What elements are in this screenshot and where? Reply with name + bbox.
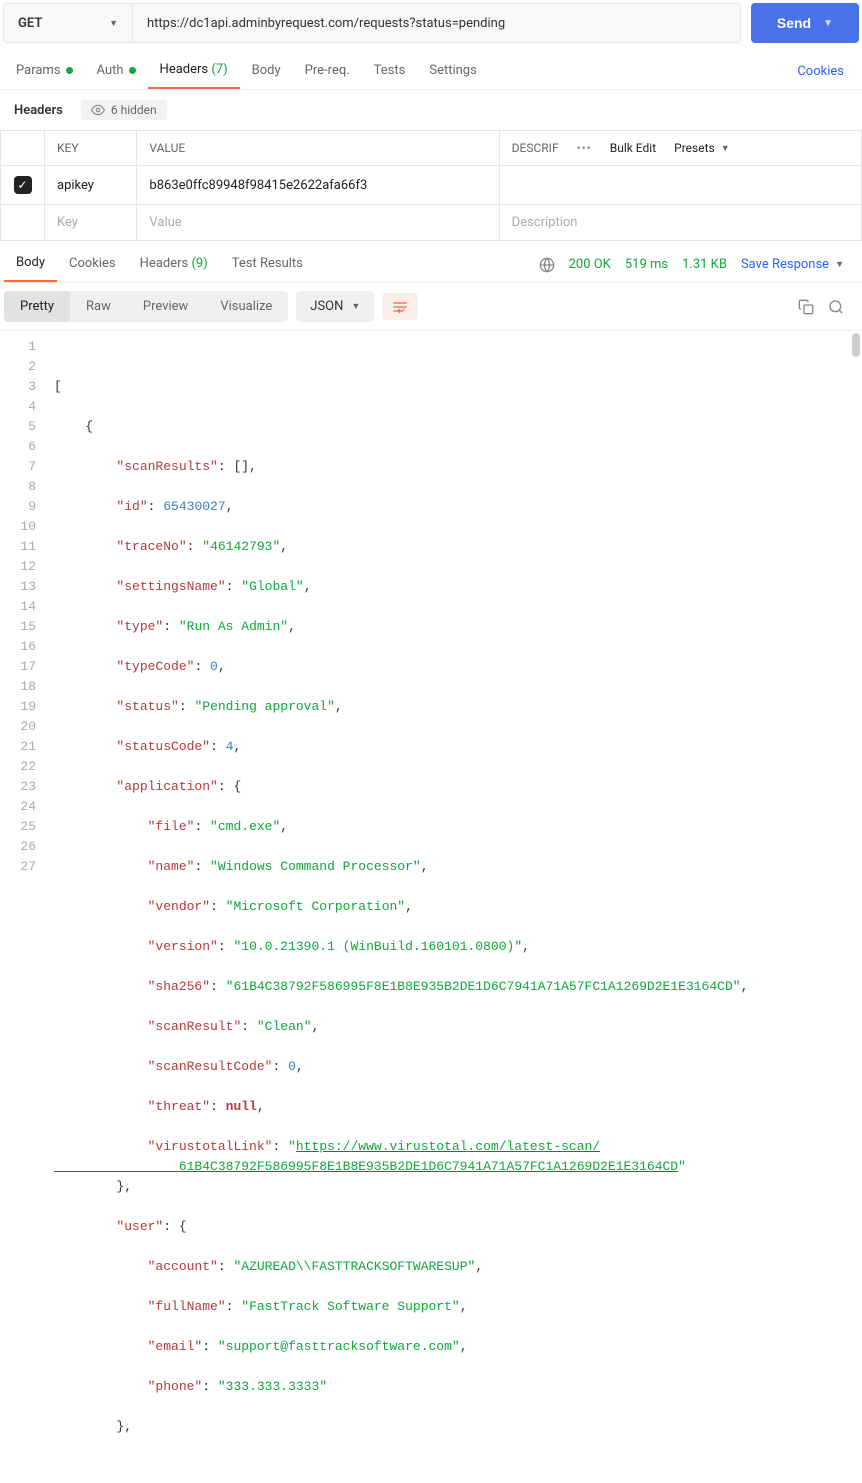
scrollbar[interactable] [852,333,860,357]
tab-prereq[interactable]: Pre-req. [293,55,362,88]
response-tab-cookies[interactable]: Cookies [57,248,128,281]
chevron-down-icon: ▼ [823,18,833,29]
chevron-down-icon: ▼ [351,301,360,312]
eye-icon [91,103,105,117]
tab-body[interactable]: Body [240,55,293,88]
header-row-new[interactable]: Key Value Description [1,205,862,241]
view-raw[interactable]: Raw [70,291,127,322]
view-preview[interactable]: Preview [127,291,204,322]
active-dot-icon [129,67,136,74]
presets-dropdown[interactable]: Presets ▼ [674,141,730,155]
chevron-down-icon: ▼ [721,143,730,154]
header-desc-input[interactable]: Description [499,205,861,241]
tab-tests[interactable]: Tests [362,55,418,88]
hidden-headers-toggle[interactable]: 6 hidden [81,100,167,120]
line-gutter: 1234567891011121314151617181920212223242… [0,331,46,1483]
request-url-text: https://dc1api.adminbyrequest.com/reques… [147,16,505,31]
response-tab-headers[interactable]: Headers (9) [128,248,220,281]
response-tab-test-results[interactable]: Test Results [220,248,315,281]
copy-icon[interactable] [798,299,814,315]
column-value: VALUE [137,131,499,166]
response-tab-body[interactable]: Body [4,247,57,282]
header-row[interactable]: ✓ apikey b863e0ffc89948f98415e2622afa66f… [1,166,862,205]
tab-params[interactable]: Params [4,55,85,88]
http-method-select[interactable]: GET ▼ [3,3,133,43]
request-url-input[interactable]: https://dc1api.adminbyrequest.com/reques… [133,3,741,43]
response-body-viewer[interactable]: 1234567891011121314151617181920212223242… [0,330,862,1483]
bulk-edit-button[interactable]: Bulk Edit [610,141,656,155]
view-visualize[interactable]: Visualize [204,291,288,322]
response-size: 1.31 KB [682,257,727,272]
header-value-cell[interactable]: b863e0ffc89948f98415e2622afa66f3 [137,166,499,205]
response-status: 200 OK [569,257,611,272]
view-mode-group: Pretty Raw Preview Visualize [4,291,288,322]
search-icon[interactable] [828,299,844,315]
column-description: DESCRIF [512,141,559,155]
send-button[interactable]: Send ▼ [751,3,859,43]
header-desc-cell[interactable] [499,166,861,205]
active-dot-icon [66,67,73,74]
response-time: 519 ms [625,257,668,272]
chevron-down-icon: ▼ [109,18,118,29]
http-method-label: GET [18,16,42,31]
save-response-button[interactable]: Save Response ▼ [741,257,844,272]
view-pretty[interactable]: Pretty [4,291,70,322]
format-select[interactable]: JSON ▼ [296,291,374,322]
headers-title: Headers [14,103,63,118]
send-button-label: Send [777,15,811,31]
tab-settings[interactable]: Settings [417,55,488,88]
chevron-down-icon: ▼ [835,259,844,270]
headers-table: KEY VALUE DESCRIF ••• Bulk Edit Presets … [0,130,862,241]
header-key-cell[interactable]: apikey [45,166,137,205]
header-key-input[interactable]: Key [45,205,137,241]
tab-headers[interactable]: Headers (7) [148,54,240,89]
checkbox-checked-icon[interactable]: ✓ [14,176,32,194]
tab-auth[interactable]: Auth [85,55,148,88]
response-body-code: [ { "scanResults": [], "id": 65430027, "… [46,331,862,1483]
column-key: KEY [45,131,137,166]
wrap-lines-button[interactable] [382,293,418,320]
more-options-icon[interactable]: ••• [577,141,592,155]
network-icon[interactable] [539,257,555,273]
header-value-input[interactable]: Value [137,205,499,241]
cookies-link[interactable]: Cookies [783,56,858,87]
